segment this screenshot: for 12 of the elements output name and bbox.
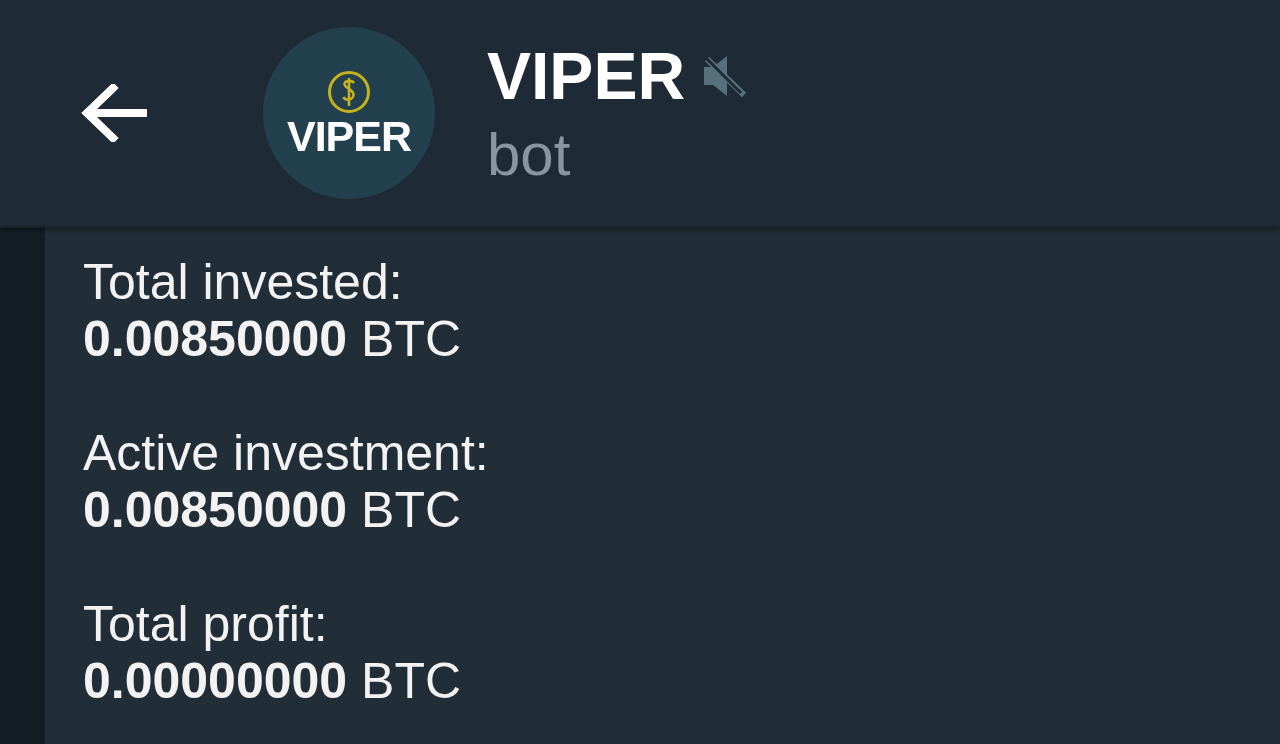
stat-label: Active investment: — [83, 425, 489, 482]
chat-subtitle: bot — [487, 122, 571, 188]
chat-title: VIPER — [487, 38, 686, 115]
dollar-coin-icon — [327, 70, 371, 114]
stat-value: 0.00000000 BTC — [83, 653, 462, 710]
back-arrow-icon — [81, 84, 147, 142]
logo-text: VIPER — [286, 116, 411, 156]
stat-label: Total invested: — [83, 254, 403, 311]
stat-value: 0.00850000 BTC — [83, 311, 462, 368]
stat-value: 0.00850000 BTC — [83, 482, 462, 539]
stat-label: Total profit: — [83, 596, 328, 653]
back-button[interactable] — [80, 82, 148, 144]
